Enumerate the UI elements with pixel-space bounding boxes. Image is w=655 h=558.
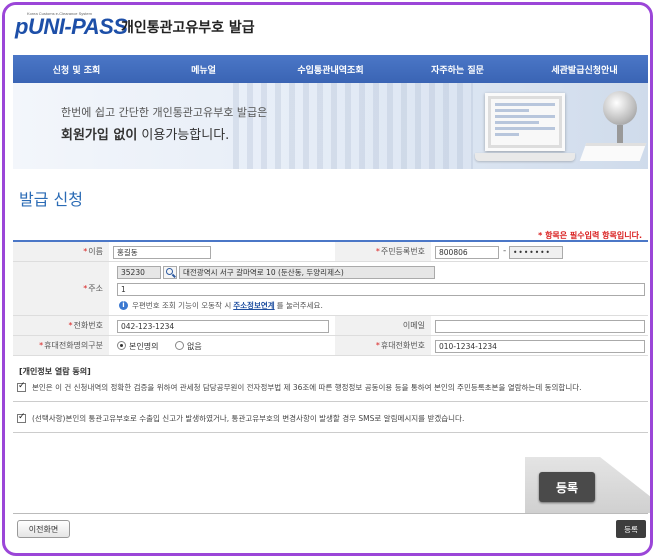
banner-text-line1: 한번에 쉽고 간단한 개인통관고유부호 발급은	[61, 106, 268, 119]
consent-item-1: 본인은 이 건 신청내역의 정확한 검증을 위하여 관세청 담당공무원이 전자정…	[17, 381, 582, 393]
consent-checkbox-1[interactable]	[17, 381, 26, 392]
name-label: * 이름	[13, 242, 109, 261]
info-icon: i	[119, 301, 128, 310]
nav-item-faq[interactable]: 자주하는 질문	[394, 63, 521, 76]
mobile-type-label-text: 휴대전화명의구분	[44, 341, 103, 350]
rrn-front-input[interactable]: 800806	[435, 246, 499, 259]
name-input[interactable]: 홍길동	[113, 246, 211, 259]
submit-button[interactable]: 등록	[616, 520, 646, 538]
consent-title: [개인정보 열람 동의]	[19, 367, 91, 376]
address-label: * 주소	[13, 262, 109, 315]
previous-screen-button[interactable]: 이전화면	[17, 520, 70, 538]
radio-none-label: 없음	[187, 342, 202, 351]
zipcode-input[interactable]: 35230	[117, 266, 161, 279]
required-mark: *	[83, 284, 88, 293]
application-form: * 이름 홍길동 * 주민등록번호 800806 - ••••••• * 주소 352…	[13, 240, 648, 356]
zoomed-submit-button: 등록	[539, 472, 595, 502]
mobile-type-label: * 휴대전화명의구분	[13, 336, 109, 355]
consent-divider	[13, 401, 648, 402]
rrn-dash: -	[503, 246, 507, 256]
required-mark: *	[375, 341, 380, 350]
zipcode-search-button[interactable]	[163, 266, 177, 279]
address-detail-input[interactable]: 1	[117, 283, 645, 296]
phone-label-text: 전화번호	[73, 321, 103, 330]
required-mark: *	[39, 341, 44, 350]
row-name-rrn: * 이름 홍길동 * 주민등록번호 800806 - •••••••	[13, 242, 648, 262]
nav-item-import-history[interactable]: 수입통관내역조회	[267, 63, 394, 76]
site-title: 개인통관고유부호 발급	[121, 20, 255, 36]
app-frame: Korea Customs e-Clearance System pUNI-PA…	[2, 2, 653, 556]
address-info-text: 우편번호 조회 기능이 오동작 시	[132, 301, 232, 310]
bottom-action-bar: 이전화면 등록	[13, 513, 648, 545]
banner-text-line2: 회원가입 없이 이용가능합니다.	[61, 124, 229, 143]
address-info-text-post: 를 눌러주세요.	[276, 301, 323, 310]
main-nav: 신청 및 조회 메뉴얼 수입통관내역조회 자주하는 질문 세관발급신청안내	[13, 55, 648, 83]
nav-item-manual[interactable]: 메뉴얼	[140, 63, 267, 76]
mobile-input[interactable]: 010-1234-1234	[435, 340, 645, 353]
promo-banner: 한번에 쉽고 간단한 개인통관고유부호 발급은 회원가입 없이 이용가능합니다.	[13, 83, 648, 169]
required-mark: *	[375, 247, 380, 256]
email-input[interactable]	[435, 320, 645, 333]
rrn-label-text: 주민등록번호	[380, 247, 425, 256]
consent-item-2: (선택사항)본인의 통관고유부호로 수출입 신고가 발생하였거나, 통관고유부호…	[17, 412, 465, 424]
banner-city-image	[233, 83, 473, 169]
address-label-text: 주소	[88, 284, 103, 293]
radio-own-name[interactable]	[117, 341, 126, 350]
row-phone-email: * 전화번호 042-123-1234 이메일	[13, 316, 648, 336]
banner-rest: 이용가능합니다.	[137, 128, 230, 143]
laptop-image	[485, 93, 565, 151]
laptop-screen	[491, 99, 559, 145]
logo-prefix: p	[15, 14, 28, 39]
nav-item-apply[interactable]: 신청 및 조회	[13, 63, 140, 76]
name-label-text: 이름	[88, 247, 103, 256]
mobile-label-text: 휴대전화번호	[380, 341, 425, 350]
consent-divider-2	[13, 432, 648, 433]
uni-pass-logo[interactable]: pUNI-PASS	[15, 14, 128, 40]
page-title: 발급 신청	[19, 190, 83, 209]
address-main-input[interactable]: 대전광역시 서구 갈마역로 10 (둔산동, 두양리제스)	[179, 266, 435, 279]
rrn-label: * 주민등록번호	[335, 242, 431, 261]
phone-input[interactable]: 042-123-1234	[117, 320, 329, 333]
required-mark: *	[83, 247, 88, 256]
banner-emphasis: 회원가입 없이	[61, 128, 138, 143]
globe-image	[603, 91, 637, 125]
book-image	[579, 143, 647, 161]
consent-text-1: 본인은 이 건 신청내역의 정확한 검증을 위하여 관세청 담당공무원이 전자정…	[32, 383, 582, 392]
mobile-label: * 휴대전화번호	[335, 336, 431, 355]
consent-checkbox-2[interactable]	[17, 412, 26, 423]
logo-text: UNI-PASS	[27, 14, 128, 39]
row-mobile: * 휴대전화명의구분 본인명의 없음 * 휴대전화번호 010-1234-1234	[13, 336, 648, 356]
consent-text-2: (선택사항)본인의 통관고유부호로 수출입 신고가 발생하였거나, 통관고유부호…	[32, 414, 465, 423]
nav-item-customs-guide[interactable]: 세관발급신청안내	[521, 63, 648, 76]
phone-label: * 전화번호	[13, 316, 109, 335]
radio-own-name-label: 본인명의	[129, 342, 159, 351]
rrn-back-input[interactable]: •••••••	[509, 246, 563, 259]
row-address: * 주소 35230 대전광역시 서구 갈마역로 10 (둔산동, 두양리제스) …	[13, 262, 648, 316]
laptop-base	[475, 153, 575, 161]
address-link[interactable]: 주소정보연계	[233, 300, 274, 311]
required-mark: *	[68, 321, 73, 330]
email-label-text: 이메일	[402, 321, 425, 330]
site-header: Korea Customs e-Clearance System pUNI-PA…	[5, 5, 650, 53]
email-label: 이메일	[335, 316, 431, 335]
address-info: i 우편번호 조회 기능이 오동작 시 주소정보연계 를 눌러주세요.	[119, 300, 323, 311]
radio-none[interactable]	[175, 341, 184, 350]
search-icon-handle	[172, 273, 176, 278]
globe-stand	[617, 125, 623, 143]
